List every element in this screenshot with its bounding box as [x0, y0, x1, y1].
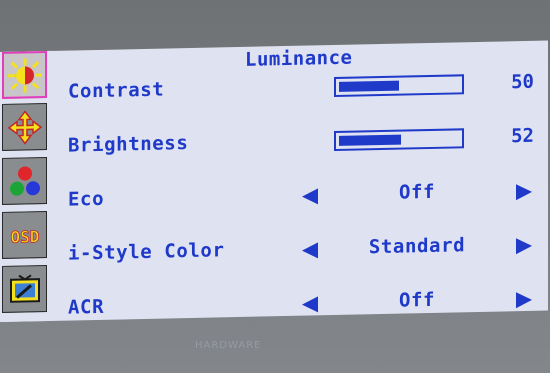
- sidebar-item-setup[interactable]: [2, 265, 47, 313]
- brightness-slider-fill: [339, 134, 401, 146]
- eco-right-arrow-icon[interactable]: [516, 183, 532, 201]
- svg-text:OSD: OSD: [10, 227, 39, 247]
- acr-value: Off: [398, 288, 436, 312]
- sidebar-item-color[interactable]: [2, 157, 47, 205]
- eco-label: Eco: [68, 187, 105, 211]
- luminance-icon: [7, 57, 42, 93]
- acr-label: ACR: [68, 295, 105, 319]
- brightness-label: Brightness: [68, 132, 189, 157]
- osd-menu: OSD Luminance Contrast 50 Brightness 52 …: [0, 40, 548, 325]
- brightness-value: 52: [511, 124, 534, 148]
- acr-right-arrow-icon[interactable]: [516, 291, 532, 309]
- setting-row-contrast[interactable]: Contrast 50: [68, 71, 538, 109]
- setting-row-brightness[interactable]: Brightness 52: [68, 125, 538, 163]
- setting-row-istyle-color[interactable]: i-Style Color Standard: [68, 233, 538, 271]
- istyle-right-arrow-icon[interactable]: [516, 237, 532, 255]
- osd-icon: OSD: [10, 226, 40, 247]
- sidebar-item-position[interactable]: [2, 103, 47, 151]
- eco-left-arrow-icon[interactable]: [302, 188, 318, 205]
- setup-icon: [9, 274, 40, 303]
- setting-row-acr[interactable]: ACR Off: [68, 287, 538, 325]
- contrast-slider-fill: [339, 80, 399, 92]
- osd-sidebar: OSD: [0, 50, 52, 322]
- contrast-value: 50: [511, 70, 534, 94]
- istyle-color-label: i-Style Color: [68, 239, 225, 265]
- color-icon: [9, 165, 40, 196]
- sidebar-item-luminance[interactable]: [2, 51, 47, 99]
- eco-value: Off: [398, 180, 436, 204]
- contrast-label: Contrast: [68, 78, 165, 103]
- brightness-slider[interactable]: [334, 128, 464, 152]
- position-icon: [7, 109, 42, 145]
- istyle-color-value: Standard: [368, 234, 466, 259]
- acr-left-arrow-icon[interactable]: [302, 296, 318, 313]
- setting-row-eco[interactable]: Eco Off: [68, 179, 538, 217]
- istyle-left-arrow-icon[interactable]: [302, 242, 318, 259]
- menu-title: Luminance: [245, 46, 353, 71]
- contrast-slider[interactable]: [334, 74, 464, 98]
- monitor-screen: OSD Luminance Contrast 50 Brightness 52 …: [0, 0, 550, 373]
- watermark-logo: HARDWARE: [195, 340, 262, 351]
- sidebar-item-osd[interactable]: OSD: [2, 211, 47, 259]
